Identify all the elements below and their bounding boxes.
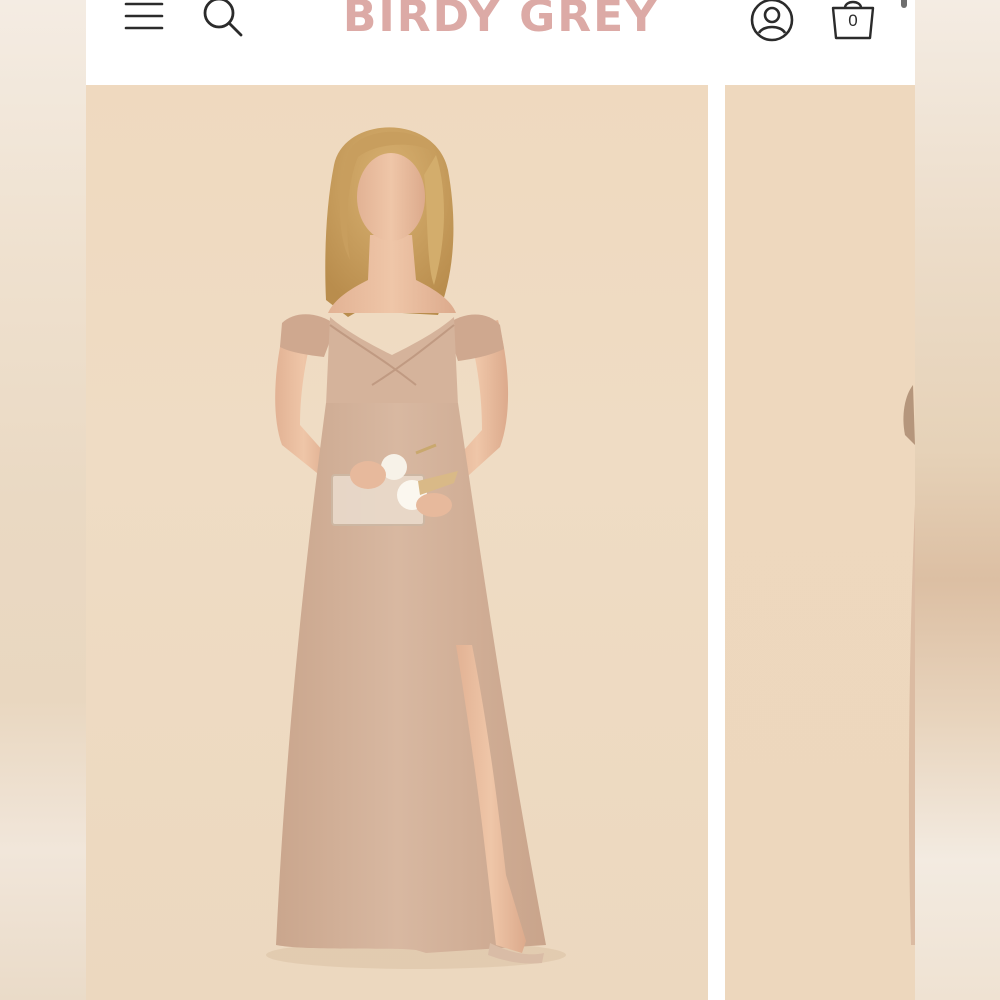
menu-icon[interactable]	[124, 0, 166, 34]
product-image-main[interactable]	[86, 85, 708, 1000]
product-gallery	[86, 85, 915, 1000]
cart-count-badge: 0	[848, 11, 858, 30]
brand-logo[interactable]: BIRDY GREY	[286, 0, 716, 46]
search-icon[interactable]	[200, 0, 246, 40]
next-slide-preview	[903, 385, 915, 945]
screenshot-stage: BIRDY GREY 0	[0, 0, 1000, 1000]
site-header: BIRDY GREY 0	[86, 0, 915, 85]
blurred-background-left	[0, 0, 86, 1000]
account-icon[interactable]	[748, 0, 796, 44]
cart-icon[interactable]: 0	[828, 0, 878, 42]
scrollbar-thumb[interactable]	[901, 0, 907, 8]
model-in-dress-illustration	[266, 127, 566, 969]
mobile-page: BIRDY GREY 0	[86, 0, 915, 1000]
product-image-next[interactable]	[725, 85, 915, 1000]
blurred-background-right	[914, 0, 1000, 1000]
